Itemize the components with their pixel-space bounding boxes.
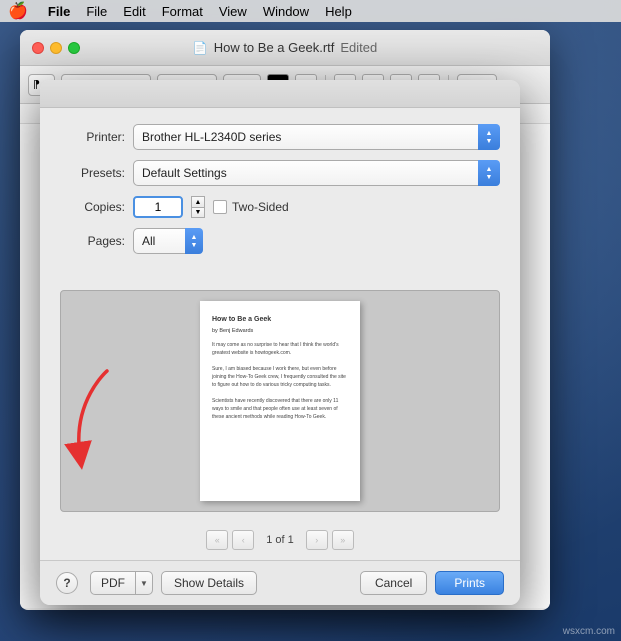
two-sided-label: Two-Sided	[232, 200, 289, 214]
nav-last-button[interactable]: »	[332, 530, 354, 550]
show-details-button[interactable]: Show Details	[161, 571, 257, 595]
window-title: 📄 How to Be a Geek.rtf Edited	[193, 40, 378, 55]
presets-row: Presets: Default Settings ▲ ▼	[60, 160, 500, 186]
apple-menu[interactable]: 🍎	[8, 1, 28, 21]
red-arrow-annotation	[52, 361, 132, 486]
down-arrow-icon: ▼	[486, 138, 493, 145]
up-arrow-icon: ▲	[486, 166, 493, 173]
up-arrow-icon: ▲	[486, 130, 493, 137]
presets-select-arrows[interactable]: ▲ ▼	[478, 160, 500, 186]
copies-label: Copies:	[60, 200, 125, 214]
print-dialog: Printer: Brother HL-L2340D series ▲ ▼ Pr…	[40, 80, 520, 605]
minimize-button[interactable]	[50, 42, 62, 54]
print-dialog-titlebar	[40, 80, 520, 108]
preview-title: How to Be a Geek	[212, 315, 348, 326]
presets-select-wrapper: Default Settings ▲ ▼	[133, 160, 500, 186]
pages-select-arrows[interactable]: ▲ ▼	[185, 228, 203, 254]
printer-select-container: Brother HL-L2340D series ▲ ▼	[133, 124, 500, 150]
menu-help[interactable]: Help	[325, 4, 352, 19]
menubar: 🍎 File File Edit Format View Window Help	[0, 0, 621, 22]
menu-file[interactable]: File	[86, 4, 107, 19]
preview-author: by Benj Edwards	[212, 327, 348, 335]
menu-format[interactable]: Format	[162, 4, 203, 19]
copies-input[interactable]: 1	[133, 196, 183, 218]
print-dialog-form: Printer: Brother HL-L2340D series ▲ ▼ Pr…	[40, 108, 520, 280]
next-page-icon: ›	[315, 535, 318, 545]
last-page-icon: »	[340, 535, 345, 545]
close-button[interactable]	[32, 42, 44, 54]
down-arrow-icon: ▼	[486, 174, 493, 181]
copies-row: Copies: 1 ▲ ▼ Two-Sided	[60, 196, 500, 218]
preview-body-1: It may come as no surprise to hear that …	[212, 341, 348, 357]
pages-label: Pages:	[60, 234, 125, 248]
printer-select-wrapper: Brother HL-L2340D series ▲ ▼	[133, 124, 500, 150]
file-icon: 📄	[193, 41, 208, 55]
title-text: How to Be a Geek.rtf	[214, 40, 335, 55]
nav-controls: « ‹ 1 of 1 › »	[40, 522, 520, 560]
preview-page: How to Be a Geek by Benj Edwards It may …	[200, 301, 360, 501]
presets-label: Presets:	[60, 166, 125, 180]
menu-view[interactable]: View	[219, 4, 247, 19]
up-arrow-icon: ▲	[191, 234, 198, 241]
nav-next-button[interactable]: ›	[306, 530, 328, 550]
help-button[interactable]: ?	[56, 572, 78, 594]
page-indicator: 1 of 1	[258, 534, 302, 546]
chevron-down-icon: ▼	[140, 579, 148, 588]
down-arrow-icon: ▼	[191, 242, 198, 249]
pdf-button-group: PDF ▼	[90, 571, 153, 595]
pages-select-wrapper: All ▲ ▼	[133, 228, 203, 254]
two-sided-wrapper: Two-Sided	[213, 200, 289, 214]
maximize-button[interactable]	[68, 42, 80, 54]
edited-badge: Edited	[340, 40, 377, 55]
paragraph-icon: ⁋	[33, 78, 40, 91]
two-sided-checkbox[interactable]	[213, 200, 227, 214]
pdf-dropdown-button[interactable]: ▼	[135, 571, 153, 595]
menu-edit[interactable]: Edit	[123, 4, 145, 19]
desktop: 🍎 File File Edit Format View Window Help…	[0, 0, 621, 641]
traffic-lights	[32, 42, 80, 54]
pdf-button[interactable]: PDF	[90, 571, 135, 595]
app-name[interactable]: File	[48, 4, 70, 19]
presets-select-container: Default Settings ▲ ▼	[133, 160, 500, 186]
printer-select-display[interactable]: Brother HL-L2340D series	[133, 124, 500, 150]
pages-row: Pages: All ▲ ▼	[60, 228, 500, 254]
printer-select-arrows[interactable]: ▲ ▼	[478, 124, 500, 150]
cancel-button[interactable]: Cancel	[360, 571, 427, 595]
print-button[interactable]: Prints	[435, 571, 504, 595]
printer-label: Printer:	[60, 130, 125, 144]
preview-body-3: Scientists have recently discovered that…	[212, 397, 348, 421]
copies-increment[interactable]: ▲	[191, 196, 205, 207]
textedit-titlebar: 📄 How to Be a Geek.rtf Edited	[20, 30, 550, 66]
prev-page-icon: ‹	[242, 535, 245, 545]
preview-body-2: Sure, I am biased because I work there, …	[212, 365, 348, 389]
nav-first-button[interactable]: «	[206, 530, 228, 550]
copies-input-wrapper: 1 ▲ ▼ Two-Sided	[133, 196, 289, 218]
printer-row: Printer: Brother HL-L2340D series ▲ ▼	[60, 124, 500, 150]
copies-stepper[interactable]: ▲ ▼	[191, 196, 205, 218]
copies-decrement[interactable]: ▼	[191, 207, 205, 218]
first-page-icon: «	[215, 535, 220, 545]
print-dialog-footer: ? PDF ▼ Show Details Cancel Prints	[40, 560, 520, 605]
watermark: wsxcm.com	[563, 626, 615, 637]
menu-window[interactable]: Window	[263, 4, 309, 19]
nav-prev-button[interactable]: ‹	[232, 530, 254, 550]
presets-select-display[interactable]: Default Settings	[133, 160, 500, 186]
